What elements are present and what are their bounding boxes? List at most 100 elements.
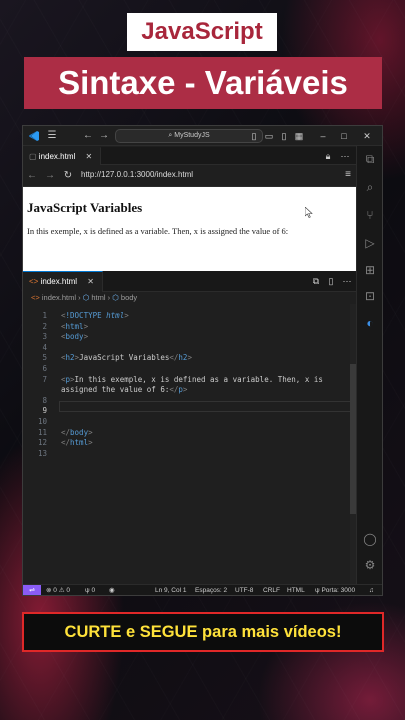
search-icon[interactable]: ⌕ — [363, 180, 377, 194]
notifications-bell-icon[interactable]: ♫ — [369, 585, 374, 595]
antenna-icon: ψ — [85, 587, 90, 594]
forward-arrow-icon[interactable]: → — [97, 129, 111, 143]
line-number: 6 — [42, 364, 47, 373]
line-number: 8 — [42, 395, 47, 405]
video-title-banner: Sintaxe - Variáveis — [24, 57, 382, 109]
run-debug-icon[interactable]: ▷ — [363, 236, 377, 250]
chevron-right-icon: › — [107, 293, 111, 302]
open-preview-icon[interactable]: ⧉ — [309, 274, 323, 288]
remote-explorer-icon[interactable]: ⊡ — [363, 289, 377, 303]
breadcrumb-item[interactable]: html — [91, 293, 105, 302]
editor-more-actions-icon[interactable]: ⋯ — [340, 274, 354, 288]
line-number: 13 — [37, 448, 47, 458]
browser-back-icon[interactable]: ← — [25, 169, 39, 183]
line-number: 11 — [37, 427, 47, 437]
close-editor-tab-icon[interactable]: ✕ — [87, 277, 94, 286]
call-to-action-banner: CURTE e SEGUE para mais vídeos! — [22, 612, 384, 652]
code-line[interactable]: </body> — [61, 428, 93, 437]
activity-bar: ⧉ ⌕ ⑂ ▷ ⊞ ⊡ ◐ ◯ ⚙ — [356, 146, 382, 584]
html-file-icon: <> — [29, 277, 39, 286]
split-editor-icon[interactable]: ▯ — [324, 274, 338, 288]
preview-tab[interactable]: ▢ index.html ✕ — [23, 147, 102, 165]
search-label: MyStudyJS — [174, 132, 210, 139]
toggle-primary-sidebar-icon[interactable]: ▯ — [247, 129, 261, 143]
editor-tab-bar: <> index.html ✕ ⧉ ▯ ⋯ — [23, 271, 357, 292]
code-line[interactable]: <!DOCTYPE html> — [61, 311, 129, 320]
breadcrumb-item[interactable]: body — [121, 293, 137, 302]
live-server-status[interactable]: ψ Porta: 3000 — [315, 585, 356, 595]
more-actions-icon[interactable]: ⋯ — [338, 149, 352, 163]
editor-tab[interactable]: <> index.html ✕ — [23, 271, 103, 292]
settings-gear-icon[interactable]: ⚙ — [363, 558, 377, 572]
code-editor[interactable]: 1 2 3 4 5 6 7 8 9 10 11 12 13 <!DOCTYPE html> <html> <… — [23, 304, 357, 584]
code-line[interactable]: <h2>JavaScript Variables</h2> — [61, 353, 192, 362]
element-icon: ⬡ — [82, 293, 90, 302]
browser-menu-icon[interactable]: ≡ — [345, 169, 351, 180]
reload-icon[interactable]: ↻ — [61, 169, 75, 183]
line-number: 12 — [37, 438, 47, 448]
code-line[interactable]: <html> — [61, 322, 88, 331]
close-tab-icon[interactable]: ✕ — [86, 152, 93, 161]
code-line[interactable]: assigned the value of 6:</p> — [61, 385, 187, 394]
minimize-icon[interactable]: – — [316, 129, 330, 143]
explorer-icon[interactable]: ⧉ — [363, 152, 377, 166]
code-line[interactable]: <p>In this exemple, x is defined as a va… — [61, 375, 323, 384]
error-icon: ⊗ — [46, 587, 52, 594]
html-file-icon: <> — [31, 293, 40, 302]
line-number: 1 — [42, 311, 47, 320]
code-line[interactable]: </html> — [61, 438, 93, 447]
indentation-status[interactable]: Espaços: 2 — [195, 585, 227, 595]
address-bar: ← → ↻ http://127.0.0.1:3000/index.html ≡ — [23, 166, 357, 187]
eol-status[interactable]: CRLF — [263, 585, 280, 595]
line-number: 4 — [42, 342, 47, 352]
vscode-logo-icon — [29, 131, 39, 141]
chevron-right-icon: › — [78, 293, 81, 302]
breadcrumb-item[interactable]: index.html — [42, 293, 76, 302]
line-number: 7 — [42, 374, 47, 384]
customize-layout-icon[interactable]: ▦ — [292, 129, 306, 143]
error-count: 0 — [53, 587, 57, 594]
element-icon: ⬡ — [112, 293, 119, 302]
title-bar: ☰ ← → ⌕ MyStudyJS ▯ ▭ ▯ ▦ – □ ✕ — [23, 126, 382, 146]
status-bar: ⇌ ⊗ 0 ⚠ 0 ψ 0 ◉ Ln 9, Col 1 Espaços: 2 U… — [23, 584, 382, 595]
problems-status[interactable]: ⊗ 0 ⚠ 0 — [46, 585, 70, 595]
file-icon: ▢ — [29, 152, 37, 161]
live-server-port: Porta: 3000 — [321, 587, 356, 594]
page-heading: JavaScript Variables — [27, 200, 143, 215]
current-line-highlight — [59, 401, 355, 412]
line-number: 9 — [42, 406, 47, 416]
page-paragraph: In this exemple, x is defined as a varia… — [27, 226, 289, 236]
toggle-panel-icon[interactable]: ▭ — [262, 129, 276, 143]
search-icon: ⌕ — [168, 132, 173, 139]
ports-count: 0 — [91, 587, 96, 594]
url-field[interactable]: http://127.0.0.1:3000/index.html — [81, 170, 193, 179]
ports-status[interactable]: ψ 0 — [85, 585, 96, 595]
toggle-secondary-sidebar-icon[interactable]: ▯ — [277, 129, 291, 143]
broadcast-icon: ψ — [315, 587, 320, 594]
back-arrow-icon[interactable]: ← — [81, 129, 95, 143]
menu-icon[interactable]: ☰ — [45, 129, 59, 143]
editor-tab-label: index.html — [40, 277, 78, 286]
cursor-position[interactable]: Ln 9, Col 1 — [155, 585, 186, 595]
lock-icon[interactable]: 🔒︎ — [321, 149, 335, 163]
topic-badge: JavaScript — [127, 13, 277, 51]
line-number: 10 — [37, 417, 47, 426]
warning-count: 0 — [66, 587, 70, 594]
command-center-search[interactable]: ⌕ MyStudyJS — [115, 129, 263, 143]
maximize-icon[interactable]: □ — [337, 129, 351, 143]
remote-indicator-icon[interactable]: ⇌ — [23, 585, 41, 595]
encoding-status[interactable]: UTF-8 — [235, 585, 253, 595]
close-window-icon[interactable]: ✕ — [360, 129, 374, 143]
broadcast-icon[interactable]: ◉ — [109, 585, 115, 595]
language-mode[interactable]: HTML — [287, 585, 305, 595]
edge-tools-icon[interactable]: ◐ — [363, 316, 377, 330]
code-line[interactable]: <body> — [61, 332, 88, 341]
source-control-icon[interactable]: ⑂ — [363, 208, 377, 222]
browser-forward-icon[interactable]: → — [43, 169, 57, 183]
line-number: 3 — [42, 332, 47, 342]
extensions-icon[interactable]: ⊞ — [363, 263, 377, 277]
accounts-icon[interactable]: ◯ — [363, 532, 377, 546]
vscode-window: ☰ ← → ⌕ MyStudyJS ▯ ▭ ▯ ▦ – □ ✕ ▢ index.… — [22, 125, 383, 596]
preview-tab-label: index.html — [38, 152, 76, 161]
line-number: 2 — [42, 321, 47, 331]
